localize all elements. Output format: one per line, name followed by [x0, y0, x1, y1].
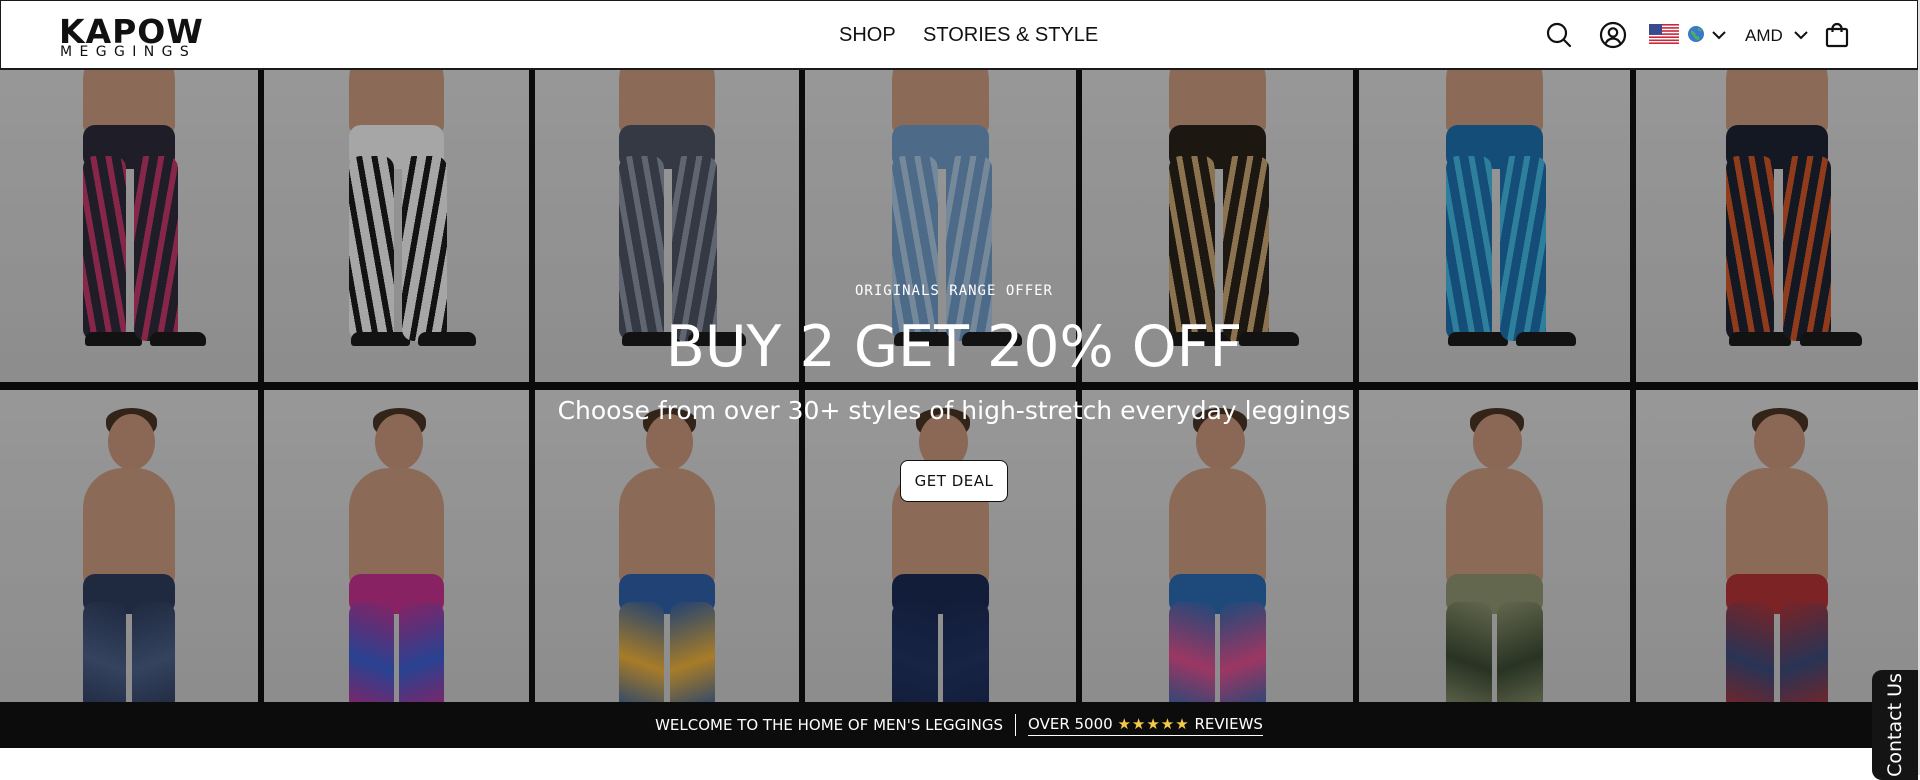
- search-icon[interactable]: [1543, 19, 1575, 51]
- logo[interactable]: KAPOW MEGGINGS: [59, 15, 211, 61]
- main-nav: SHOP: [839, 1, 896, 69]
- get-deal-button[interactable]: GET DEAL: [900, 460, 1008, 502]
- currency-selector[interactable]: AMD: [1745, 23, 1809, 49]
- shopping-bag-icon[interactable]: [1821, 19, 1853, 51]
- currency-label: AMD: [1745, 26, 1783, 45]
- divider: [1015, 714, 1017, 736]
- account-icon[interactable]: [1597, 19, 1629, 51]
- contact-us-tab[interactable]: Contact Us: [1872, 670, 1918, 780]
- reviews-label: REVIEWS: [1194, 714, 1263, 733]
- announcement-bar: WELCOME TO THE HOME OF MEN'S LEGGINGS OV…: [0, 702, 1918, 748]
- chevron-down-icon: [1793, 27, 1809, 45]
- country-selector[interactable]: [1649, 23, 1727, 49]
- logo-subtitle: MEGGINGS: [60, 44, 197, 60]
- nav-shop[interactable]: SHOP: [839, 24, 896, 47]
- welcome-text: WELCOME TO THE HOME OF MEN'S LEGGINGS: [655, 716, 1004, 734]
- hero-content: ORIGINALS RANGE OFFER BUY 2 GET 20% OFF …: [0, 70, 1918, 702]
- nav-stories-style[interactable]: STORIES & STYLE: [923, 24, 1098, 47]
- us-flag-icon: [1649, 23, 1679, 49]
- hero-eyebrow: ORIGINALS RANGE OFFER: [854, 283, 1053, 299]
- site-header: KAPOW MEGGINGS SHOP STORIES & STYLE AMD: [0, 0, 1918, 70]
- hero-banner: ORIGINALS RANGE OFFER BUY 2 GET 20% OFF …: [0, 70, 1918, 702]
- chevron-down-icon: [1711, 27, 1727, 45]
- globe-icon: [1687, 25, 1705, 48]
- star-rating-icon: ★★★★★: [1117, 714, 1190, 733]
- reviews-link[interactable]: OVER 5000 ★★★★★ REVIEWS: [1028, 715, 1263, 736]
- hero-title: BUY 2 GET 20% OFF: [665, 314, 1243, 380]
- reviews-count: OVER 5000: [1028, 714, 1113, 733]
- hero-subtitle: Choose from over 30+ styles of high-stre…: [557, 396, 1351, 425]
- main-nav-secondary: STORIES & STYLE: [923, 1, 1098, 69]
- contact-us-label: Contact Us: [1884, 673, 1906, 777]
